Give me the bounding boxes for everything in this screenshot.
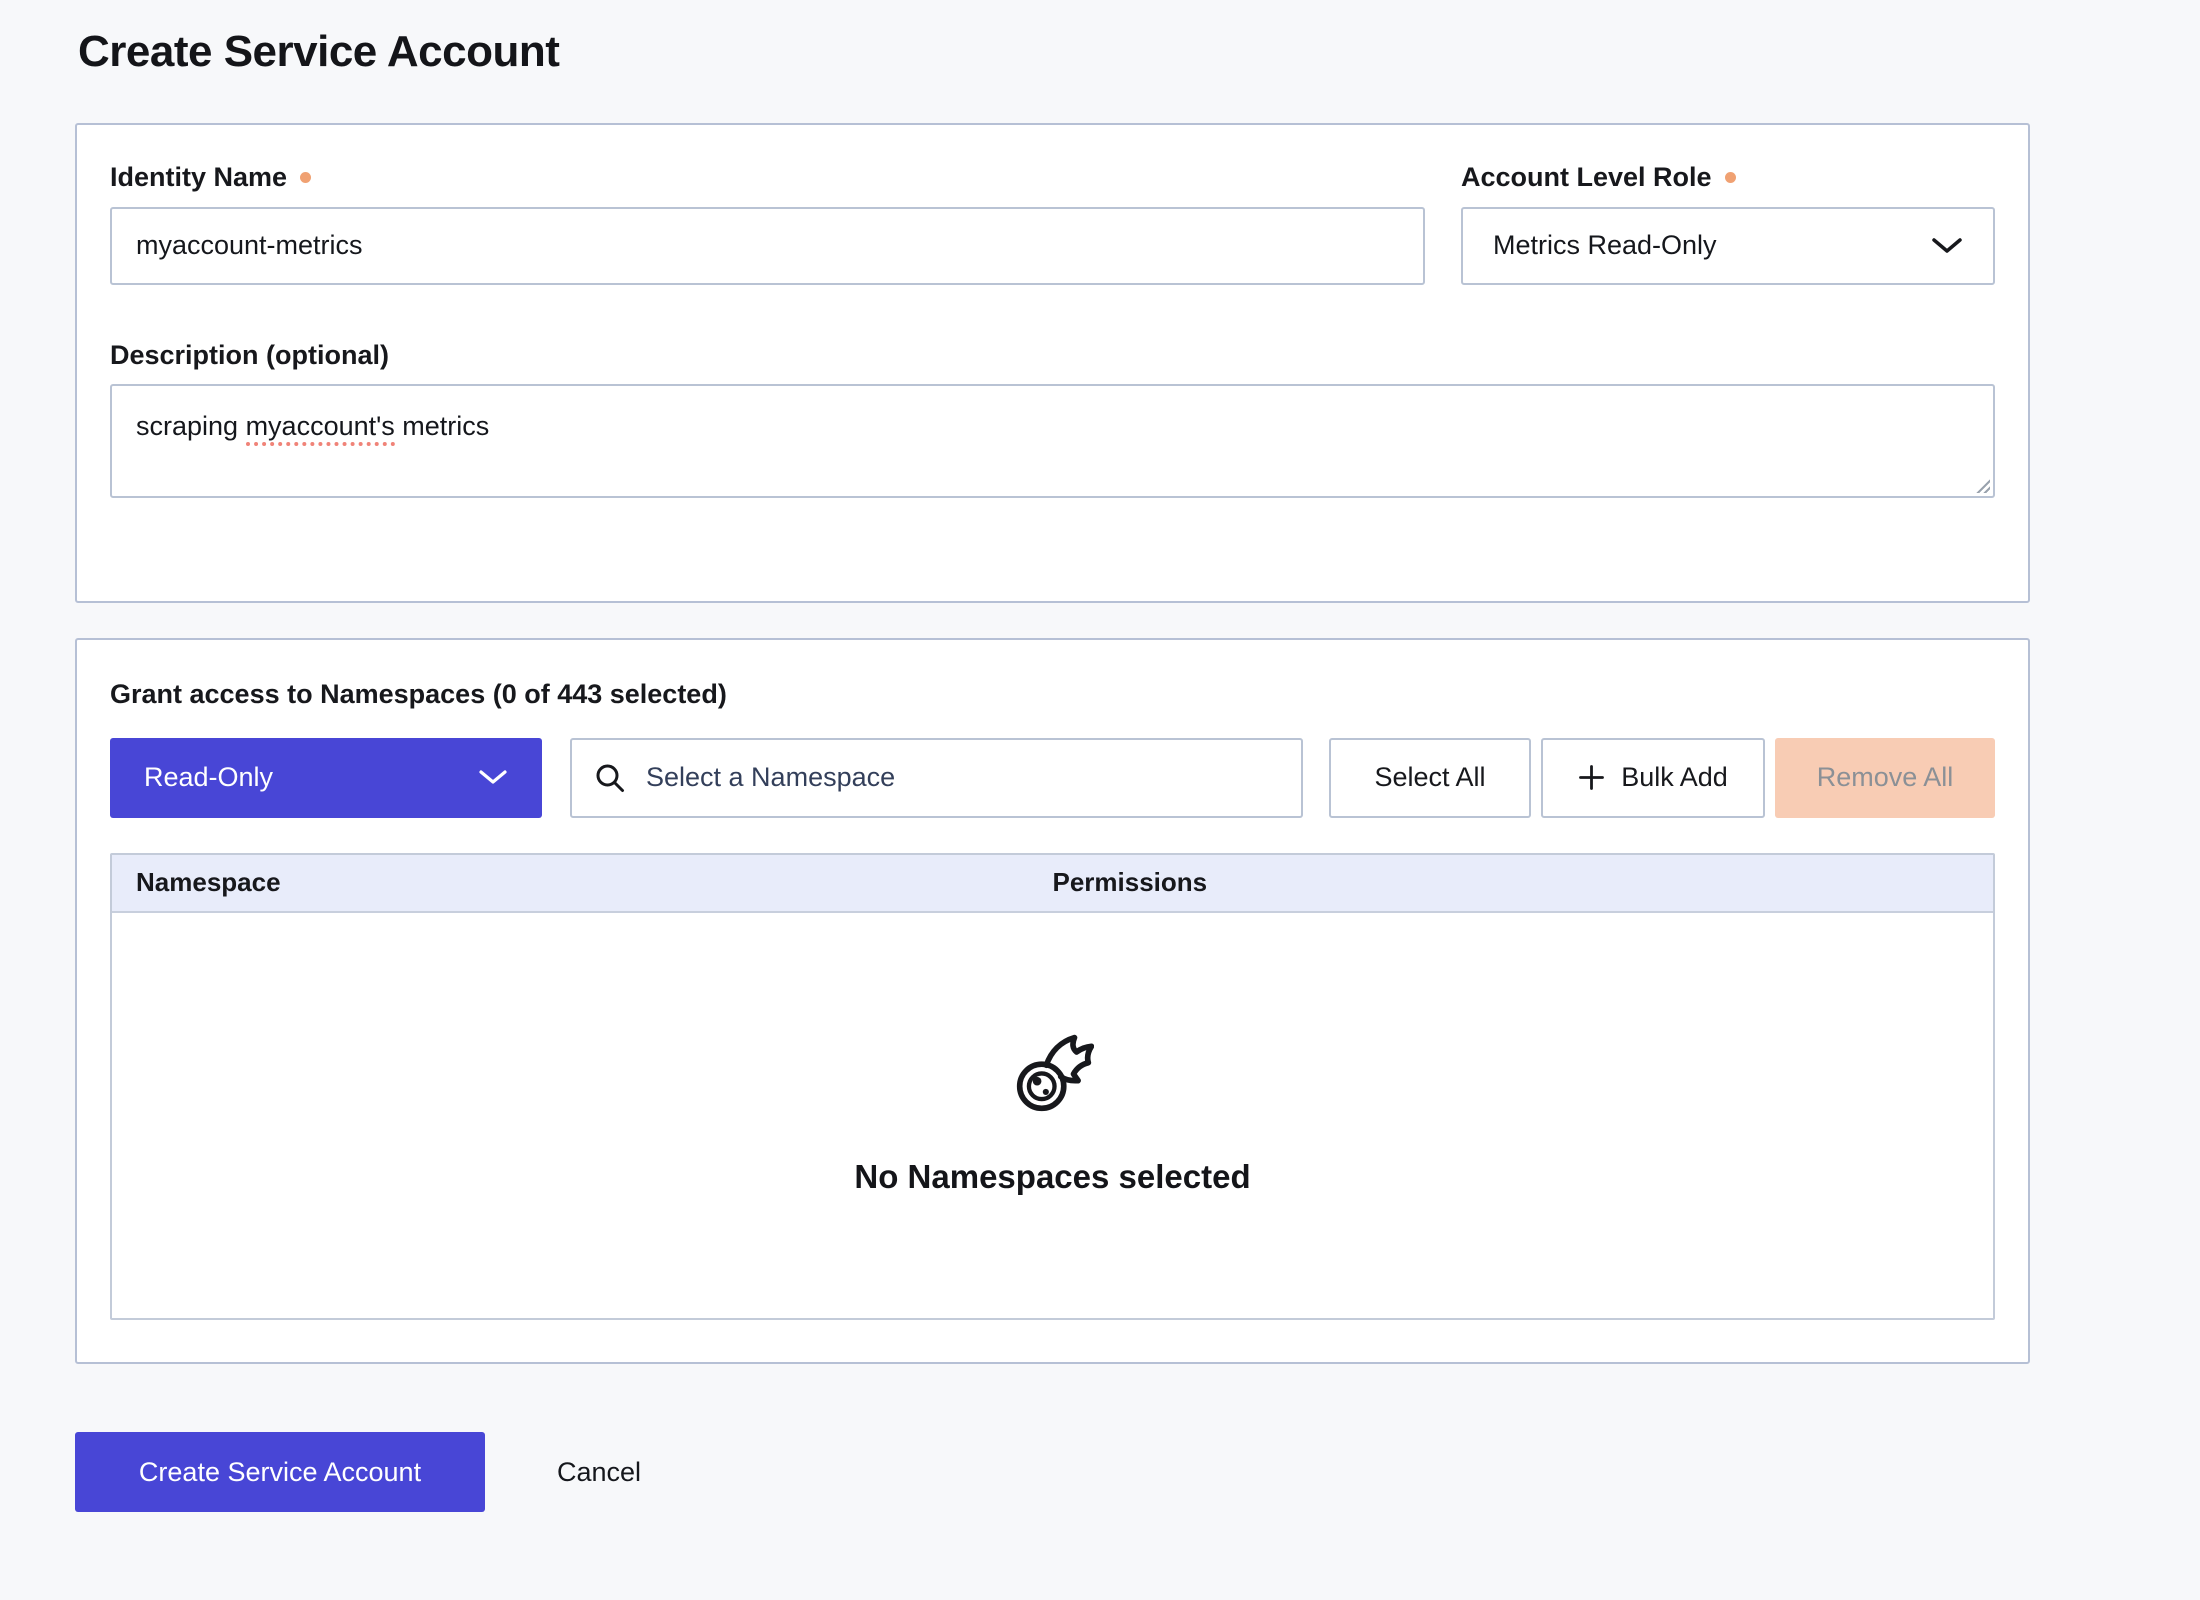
description-text-misspelled: myaccount's xyxy=(246,411,395,446)
description-label: Description (optional) xyxy=(110,341,1995,371)
column-header-permissions: Permissions xyxy=(1053,867,1994,898)
description-label-text: Description (optional) xyxy=(110,341,389,371)
empty-state-message: No Namespaces selected xyxy=(854,1158,1250,1196)
identity-name-label: Identity Name xyxy=(110,163,1425,193)
namespaces-panel: Grant access to Namespaces (0 of 443 sel… xyxy=(75,638,2030,1364)
namespaces-table-header: Namespace Permissions xyxy=(112,855,1993,913)
namespaces-controls: Read-Only Select All xyxy=(110,738,1995,818)
plus-icon xyxy=(1578,764,1605,791)
required-dot xyxy=(1725,172,1736,183)
required-dot xyxy=(300,172,311,183)
textarea-resize-handle[interactable] xyxy=(1974,477,1990,493)
account-level-role-select[interactable]: Metrics Read-Only xyxy=(1461,207,1995,285)
namespaces-table: Namespace Permissions No Namespaces sele… xyxy=(110,853,1995,1320)
cancel-button[interactable]: Cancel xyxy=(551,1456,647,1489)
permission-role-value: Read-Only xyxy=(144,762,273,793)
description-text: scraping xyxy=(136,411,246,441)
search-icon xyxy=(594,762,626,794)
account-level-role-value: Metrics Read-Only xyxy=(1493,230,1717,261)
select-all-button[interactable]: Select All xyxy=(1329,738,1531,818)
description-textarea[interactable]: scraping myaccount's metrics xyxy=(110,384,1995,498)
page-title: Create Service Account xyxy=(78,30,2200,74)
account-level-role-label-text: Account Level Role xyxy=(1461,163,1712,193)
namespaces-heading: Grant access to Namespaces (0 of 443 sel… xyxy=(110,680,1995,710)
chevron-down-icon xyxy=(1931,237,1963,255)
chevron-down-icon xyxy=(478,769,508,786)
description-text: metrics xyxy=(395,411,490,441)
create-service-account-page: Create Service Account Identity Name Acc… xyxy=(0,0,2200,1600)
identity-name-label-text: Identity Name xyxy=(110,163,287,193)
account-level-role-field-group: Account Level Role Metrics Read-Only xyxy=(1461,163,1995,285)
namespaces-empty-state: No Namespaces selected xyxy=(112,913,1993,1318)
namespace-search-box[interactable] xyxy=(570,738,1303,818)
create-service-account-button[interactable]: Create Service Account xyxy=(75,1432,485,1512)
namespace-search-input[interactable] xyxy=(644,761,1279,794)
identity-name-input[interactable] xyxy=(110,207,1425,285)
remove-all-button[interactable]: Remove All xyxy=(1775,738,1995,818)
identity-panel: Identity Name Account Level Role Metrics… xyxy=(75,123,2030,603)
bulk-add-label: Bulk Add xyxy=(1621,762,1728,793)
footer-actions: Create Service Account Cancel xyxy=(75,1432,2200,1512)
comet-icon xyxy=(1012,1034,1094,1116)
account-level-role-label: Account Level Role xyxy=(1461,163,1995,193)
permission-role-dropdown[interactable]: Read-Only xyxy=(110,738,542,818)
bulk-add-button[interactable]: Bulk Add xyxy=(1541,738,1765,818)
column-header-namespace: Namespace xyxy=(112,867,1053,898)
identity-name-field-group: Identity Name xyxy=(110,163,1425,285)
